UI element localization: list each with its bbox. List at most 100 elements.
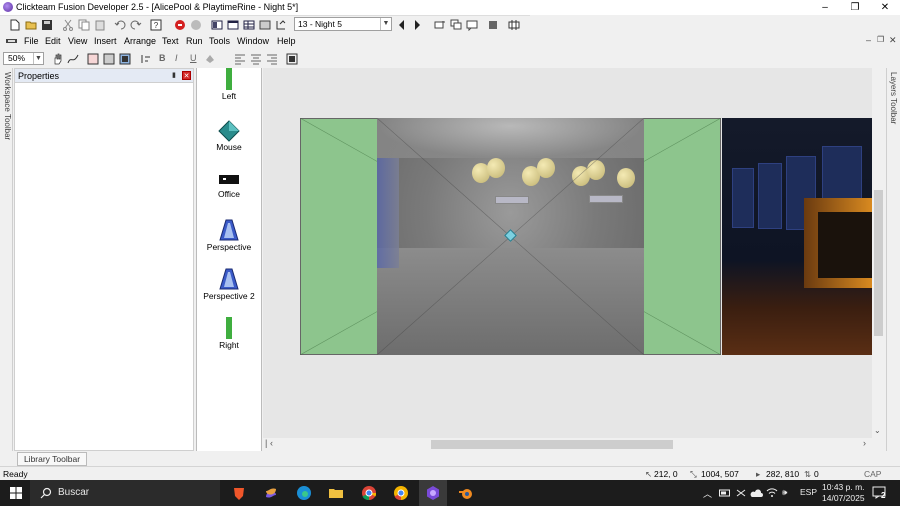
show-hidden-icons[interactable]: ︿ xyxy=(703,487,712,500)
file-explorer-icon[interactable] xyxy=(328,485,344,501)
scroll-down-icon[interactable]: ⌄ xyxy=(874,426,881,435)
clickteam-fusion-icon[interactable] xyxy=(425,485,441,501)
object-perspective-2[interactable]: Perspective 2 xyxy=(197,267,261,301)
chrome-profile-icon[interactable] xyxy=(393,485,409,501)
vertical-scroll-thumb[interactable] xyxy=(874,190,883,336)
office-arcade-scene[interactable] xyxy=(722,118,872,355)
new-file-icon[interactable] xyxy=(9,19,21,31)
notification-count: 2 xyxy=(881,491,886,500)
frame-comment-icon[interactable] xyxy=(466,19,478,31)
save-icon[interactable] xyxy=(41,19,53,31)
menu-help[interactable]: Help xyxy=(277,36,296,46)
run-frame-icon[interactable] xyxy=(508,19,520,31)
event-editor-icon[interactable] xyxy=(243,19,255,31)
chevron-down-icon[interactable]: ▼ xyxy=(380,18,391,30)
redo-icon[interactable] xyxy=(130,19,142,31)
object-mouse[interactable]: Mouse xyxy=(197,120,261,152)
disabled-stop-icon[interactable] xyxy=(190,19,202,31)
edge-icon[interactable] xyxy=(296,485,312,501)
onedrive-icon[interactable] xyxy=(750,488,763,498)
pin-icon[interactable]: ▮ xyxy=(172,72,180,80)
menu-file[interactable]: File xyxy=(24,36,39,46)
vertical-scrollbar[interactable]: ⌄ xyxy=(872,68,885,438)
windows-start-icon[interactable] xyxy=(10,487,22,499)
zoom-fit-icon[interactable] xyxy=(286,53,298,65)
doc-minimize-icon[interactable]: – xyxy=(866,35,871,45)
menu-text[interactable]: Text xyxy=(162,36,179,46)
duplicate-frame-icon[interactable] xyxy=(450,19,462,31)
blender-icon[interactable] xyxy=(458,485,474,501)
fill-color-icon[interactable] xyxy=(204,53,216,65)
frame-select[interactable]: 13 - Night 5 ▼ xyxy=(294,17,392,31)
stop-app-icon[interactable] xyxy=(487,19,499,31)
properties-close-icon[interactable]: ✕ xyxy=(182,71,191,80)
align-center-icon[interactable] xyxy=(250,53,262,65)
menu-arrange[interactable]: Arrange xyxy=(124,36,156,46)
close-button[interactable]: ✕ xyxy=(870,0,900,15)
prev-frame-icon[interactable] xyxy=(398,19,406,31)
cut-icon[interactable] xyxy=(62,19,74,31)
horizontal-scrollbar[interactable]: | ‹ › xyxy=(263,438,872,451)
horizontal-scroll-thumb[interactable] xyxy=(431,440,673,449)
storyboard-icon[interactable] xyxy=(211,19,223,31)
workspace-toolbar-strip[interactable]: Workspace Toolbar xyxy=(0,68,13,451)
event-list-icon[interactable] xyxy=(259,19,271,31)
maximize-button[interactable]: ❐ xyxy=(840,0,870,15)
align-objects-icon[interactable] xyxy=(140,53,152,65)
minimize-button[interactable]: – xyxy=(810,0,840,15)
next-frame-icon[interactable] xyxy=(413,19,421,31)
scroll-right-icon[interactable]: › xyxy=(863,438,866,448)
open-folder-icon[interactable] xyxy=(25,19,37,31)
bold-button[interactable]: B xyxy=(159,53,166,63)
menu-insert[interactable]: Insert xyxy=(94,36,117,46)
frame-editor-icon[interactable] xyxy=(227,19,239,31)
wifi-icon[interactable] xyxy=(766,487,778,499)
menu-edit[interactable]: Edit xyxy=(45,36,61,46)
volume-icon[interactable]: 🕪 xyxy=(782,487,787,498)
undo-icon[interactable] xyxy=(114,19,126,31)
menu-bar: File Edit View Insert Arrange Text Run T… xyxy=(0,34,900,49)
brave-icon[interactable] xyxy=(231,485,247,501)
library-toolbar-tab[interactable]: Library Toolbar xyxy=(17,452,87,466)
italic-button[interactable]: I xyxy=(175,53,178,63)
hand-icon[interactable] xyxy=(52,53,64,65)
chevron-down-icon[interactable]: ▼ xyxy=(33,53,43,64)
layers-toolbar-strip[interactable]: Layers Toolbar xyxy=(886,68,900,451)
layers-toolbar-label[interactable]: Layers Toolbar xyxy=(889,72,898,124)
tray-app-icon[interactable] xyxy=(735,487,747,499)
underline-button[interactable]: U xyxy=(190,53,197,63)
chrome-icon[interactable] xyxy=(361,485,377,501)
zoom-select[interactable]: 50% ▼ xyxy=(3,52,44,65)
clock-time[interactable]: 10:43 p. m. xyxy=(822,482,865,492)
copy-icon[interactable] xyxy=(78,19,90,31)
app-menu-icon[interactable] xyxy=(6,38,17,45)
object-left[interactable]: Left xyxy=(197,68,261,101)
clock-date[interactable]: 14/07/2025 xyxy=(822,493,865,503)
language-indicator[interactable]: ESP xyxy=(800,487,817,497)
copilot-icon[interactable] xyxy=(263,485,279,501)
doc-restore-icon[interactable]: ❐ xyxy=(877,35,884,44)
data-elements-icon[interactable] xyxy=(275,19,287,31)
align-right-icon[interactable] xyxy=(266,53,278,65)
menu-tools[interactable]: Tools xyxy=(209,36,230,46)
scroll-left-icon[interactable]: ‹ xyxy=(270,438,273,448)
snap-icon[interactable] xyxy=(103,53,115,65)
insert-frame-icon[interactable] xyxy=(434,19,446,31)
object-right[interactable]: Right xyxy=(197,317,261,350)
workspace-toolbar-label[interactable]: Workspace Toolbar xyxy=(1,72,12,140)
frame-border-icon[interactable] xyxy=(119,53,131,65)
help-icon[interactable]: ? xyxy=(150,19,162,31)
battery-icon[interactable] xyxy=(719,488,731,498)
doc-close-icon[interactable]: ✕ xyxy=(889,35,897,46)
grid-toggle-icon[interactable] xyxy=(87,53,99,65)
paste-icon[interactable] xyxy=(94,19,106,31)
path-icon[interactable] xyxy=(67,53,79,65)
stop-icon[interactable] xyxy=(174,19,186,31)
menu-view[interactable]: View xyxy=(68,36,87,46)
object-office[interactable]: Office xyxy=(197,173,261,199)
menu-run[interactable]: Run xyxy=(186,36,203,46)
object-perspective[interactable]: Perspective xyxy=(197,218,261,252)
taskbar-search[interactable]: Buscar xyxy=(30,480,220,506)
menu-window[interactable]: Window xyxy=(237,36,269,46)
align-left-icon[interactable] xyxy=(234,53,246,65)
